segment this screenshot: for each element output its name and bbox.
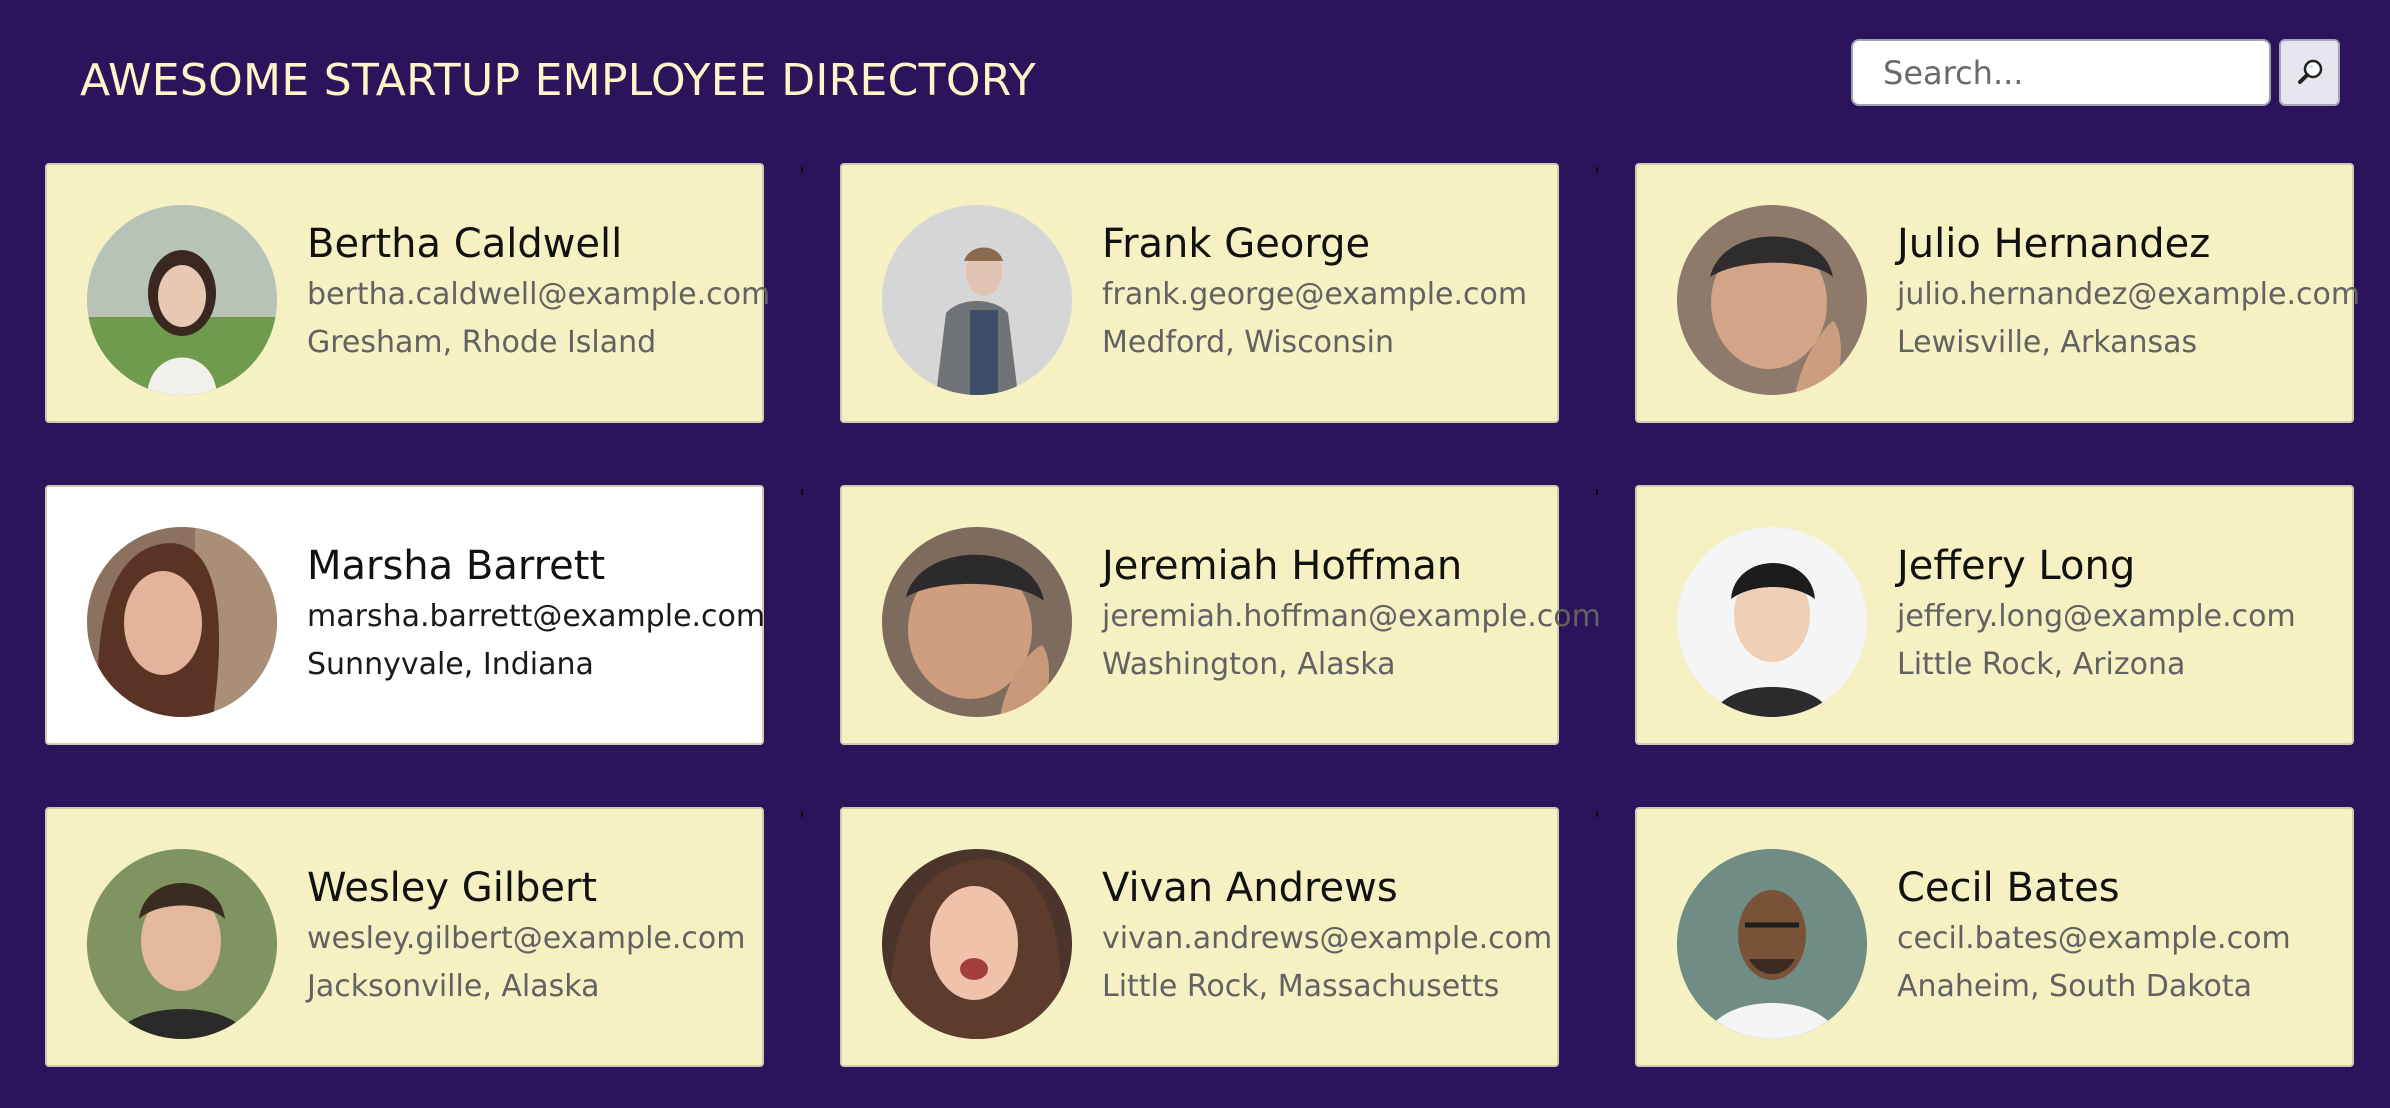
page-title: AWESOME STARTUP EMPLOYEE DIRECTORY — [80, 55, 1037, 106]
employee-location: Anaheim, South Dakota — [1897, 969, 2253, 1004]
employee-location: Little Rock, Massachusetts — [1102, 969, 1500, 1004]
employee-card[interactable]: Wesley Gilbert wesley.gilbert@example.co… — [45, 807, 764, 1067]
employee-email: vivan.andrews@example.com — [1102, 921, 1553, 956]
employee-card[interactable]: Julio Hernandez julio.hernandez@example.… — [1635, 163, 2361, 423]
employee-location: Little Rock, Arizona — [1897, 647, 2186, 682]
employee-email: wesley.gilbert@example.com — [307, 921, 746, 956]
employee-name: Bertha Caldwell — [307, 221, 623, 267]
employee-email: cecil.bates@example.com — [1897, 921, 2291, 956]
employee-name: Wesley Gilbert — [307, 865, 598, 911]
avatar — [87, 527, 277, 717]
employee-info: Jeremiah Hoffman jeremiah.hoffman@exampl… — [1102, 539, 1601, 685]
search-input[interactable] — [1851, 39, 2271, 106]
employee-card[interactable]: Jeremiah Hoffman jeremiah.hoffman@exampl… — [840, 485, 1601, 745]
employee-name: Julio Hernandez — [1897, 221, 2211, 267]
employee-card[interactable]: Marsha Barrett marsha.barrett@example.co… — [45, 485, 766, 745]
search-icon — [2297, 59, 2322, 84]
employee-info: Cecil Bates cecil.bates@example.com Anah… — [1897, 861, 2332, 1007]
employee-info: Vivan Andrews vivan.andrews@example.com … — [1102, 861, 1553, 1007]
employee-info: Jeffery Long jeffery.long@example.com Li… — [1897, 539, 2332, 685]
employee-name: Jeremiah Hoffman — [1102, 543, 1463, 589]
avatar — [87, 205, 277, 395]
employee-name: Marsha Barrett — [307, 543, 606, 589]
employee-location: Sunnyvale, Indiana — [307, 647, 594, 682]
avatar — [882, 849, 1072, 1039]
employee-location: Medford, Wisconsin — [1102, 325, 1395, 360]
avatar — [1677, 849, 1867, 1039]
employee-name: Vivan Andrews — [1102, 865, 1398, 911]
employee-card[interactable]: Vivan Andrews vivan.andrews@example.com … — [840, 807, 1559, 1067]
search-form — [1851, 39, 2340, 106]
employee-name: Cecil Bates — [1897, 865, 2120, 911]
avatar — [882, 527, 1072, 717]
employee-name: Jeffery Long — [1897, 543, 2136, 589]
avatar — [87, 849, 277, 1039]
employee-card[interactable]: Jeffery Long jeffery.long@example.com Li… — [1635, 485, 2354, 745]
employee-info: Marsha Barrett marsha.barrett@example.co… — [307, 539, 766, 685]
employee-info: Wesley Gilbert wesley.gilbert@example.co… — [307, 861, 746, 1007]
employee-location: Washington, Alaska — [1102, 647, 1396, 682]
avatar — [1677, 527, 1867, 717]
employee-name: Frank George — [1102, 221, 1371, 267]
employee-location: Lewisville, Arkansas — [1897, 325, 2198, 360]
employee-email: frank.george@example.com — [1102, 277, 1528, 312]
employee-email: jeremiah.hoffman@example.com — [1102, 599, 1601, 634]
employee-card[interactable]: Cecil Bates cecil.bates@example.com Anah… — [1635, 807, 2354, 1067]
employee-location: Jacksonville, Alaska — [307, 969, 600, 1004]
employee-info: Julio Hernandez julio.hernandez@example.… — [1897, 217, 2361, 363]
search-button[interactable] — [2279, 39, 2340, 106]
employee-email: julio.hernandez@example.com — [1897, 277, 2361, 312]
header: AWESOME STARTUP EMPLOYEE DIRECTORY — [0, 0, 2390, 150]
employee-grid: Bertha Caldwell bertha.caldwell@example.… — [45, 163, 2361, 1067]
employee-info: Frank George frank.george@example.com Me… — [1102, 217, 1537, 363]
employee-info: Bertha Caldwell bertha.caldwell@example.… — [307, 217, 771, 363]
employee-card[interactable]: Frank George frank.george@example.com Me… — [840, 163, 1559, 423]
employee-email: bertha.caldwell@example.com — [307, 277, 771, 312]
employee-email: jeffery.long@example.com — [1897, 599, 2296, 634]
employee-location: Gresham, Rhode Island — [307, 325, 657, 360]
employee-email: marsha.barrett@example.com — [307, 599, 766, 634]
avatar — [882, 205, 1072, 395]
avatar — [1677, 205, 1867, 395]
employee-card[interactable]: Bertha Caldwell bertha.caldwell@example.… — [45, 163, 771, 423]
